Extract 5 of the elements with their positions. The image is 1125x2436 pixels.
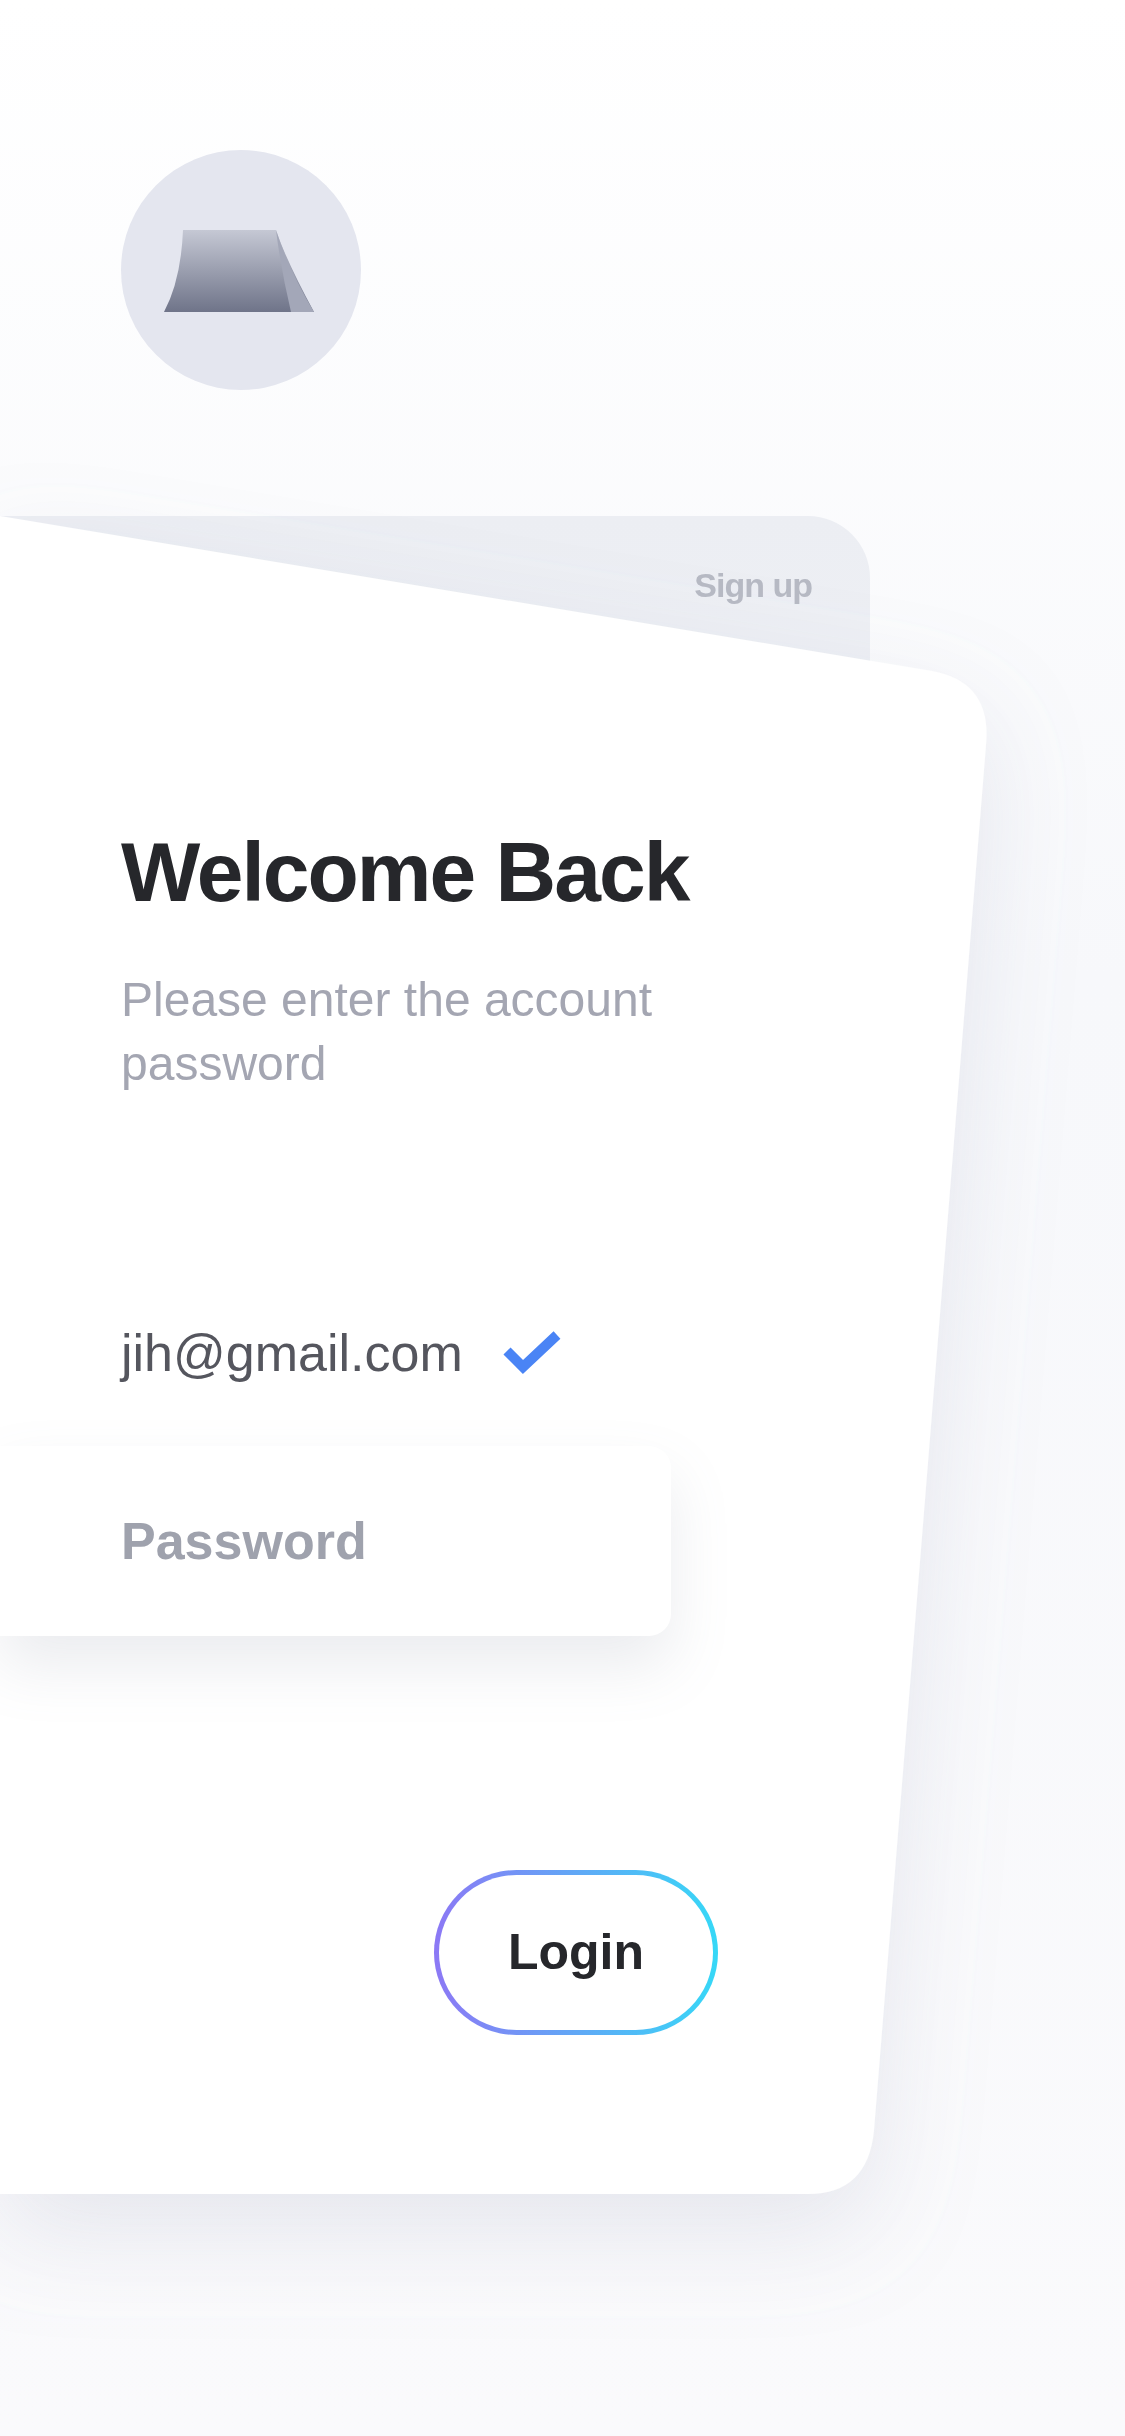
tent-logo-icon: [121, 150, 361, 390]
email-field[interactable]: jih@gmail.com: [121, 1314, 463, 1393]
welcome-title: Welcome Back: [121, 826, 691, 919]
password-field[interactable]: Password: [0, 1446, 671, 1637]
subtitle: Please enter the account password: [121, 972, 654, 1093]
